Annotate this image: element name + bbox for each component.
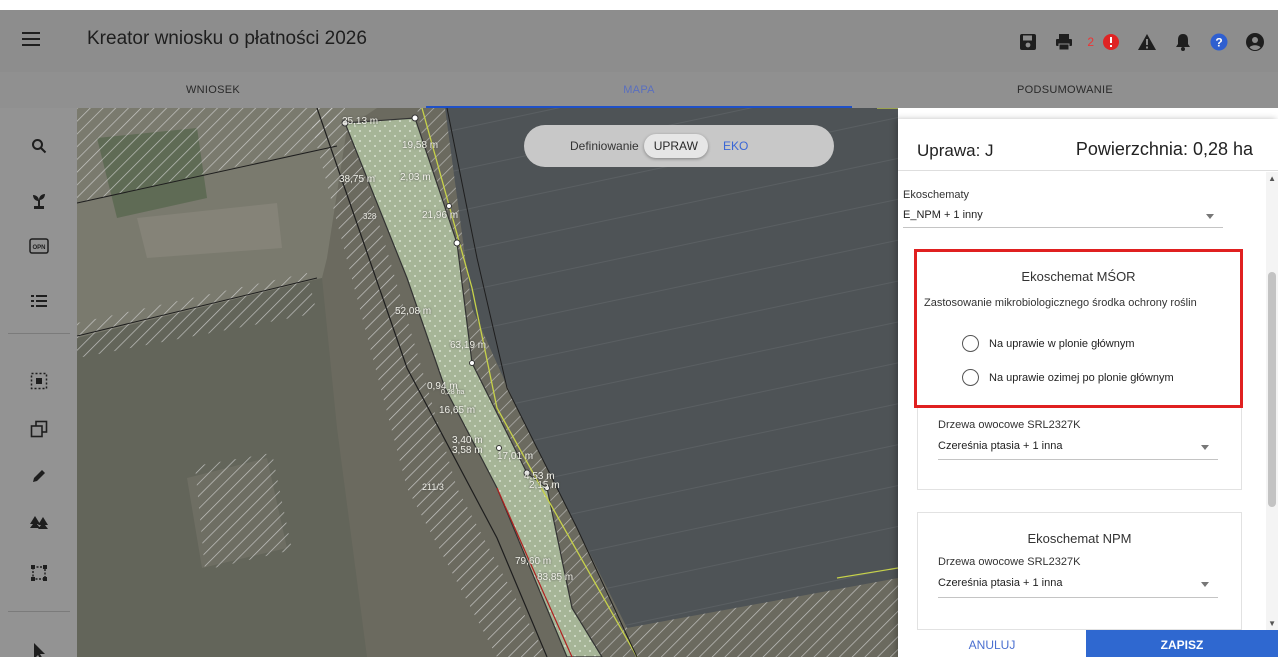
svg-text:OPN: OPN (32, 245, 45, 251)
map-view[interactable]: 25,13 m 19,58 m 38,75 m 2,03 m 21,96 m 5… (77, 108, 898, 657)
radio-button[interactable] (962, 335, 979, 352)
ekoschematy-label: Ekoschematy (903, 189, 970, 201)
seedling-icon[interactable] (26, 188, 52, 214)
bounding-box-icon[interactable] (26, 560, 52, 586)
msor-trees-underline (938, 459, 1218, 460)
definition-mode-toggle: Definiowanie UPRAW EKO (524, 125, 834, 167)
toolbar-divider (8, 333, 70, 334)
map-canvas[interactable] (77, 108, 898, 657)
tab-wniosek[interactable]: WNIOSEK (0, 72, 426, 108)
panel-body: Ekoschematy E_NPM + 1 inny Ekoschemat MŚ… (898, 172, 1266, 630)
copy-shape-icon[interactable] (26, 416, 52, 442)
search-icon[interactable] (26, 133, 52, 159)
notification-count: 2 (1087, 35, 1094, 49)
user-account-icon[interactable] (1242, 29, 1268, 55)
header-actions: 2 ? (1005, 29, 1268, 55)
map-toolbar: OPN (0, 108, 77, 657)
cancel-button[interactable]: ANULUJ (898, 630, 1086, 657)
panel-header: Uprawa: J Powierzchnia: 0,28 ha (898, 119, 1278, 171)
ekoschematy-underline (903, 227, 1223, 228)
radio-ozima-po-plonie[interactable]: Na uprawie ozimej po plonie głównym (962, 369, 1174, 386)
msor-trees-value[interactable]: Czereśnia ptasia + 1 inna (938, 440, 1062, 452)
chevron-down-icon[interactable] (1201, 582, 1209, 587)
radio-label: Na uprawie ozimej po plonie głównym (989, 371, 1174, 384)
warning-icon[interactable] (1134, 29, 1160, 55)
msor-question: Zastosowanie mikrobiologicznego środka o… (924, 297, 1197, 309)
eko-mode-button[interactable]: EKO (723, 139, 748, 153)
radio-plon-glowny[interactable]: Na uprawie w plonie głównym (962, 335, 1135, 352)
save-button[interactable]: ZAPISZ (1086, 630, 1278, 657)
msor-title: Ekoschemat MŚOR (1021, 269, 1136, 284)
crop-label: Uprawa: J (917, 141, 994, 160)
svg-text:?: ? (1215, 36, 1222, 50)
msor-trees-label: Drzewa owocowe SRL2327K (938, 419, 1081, 431)
bell-icon[interactable] (1170, 29, 1196, 55)
tab-mapa[interactable]: MAPA (426, 72, 852, 108)
menu-icon[interactable] (22, 32, 40, 46)
crop-panel: Uprawa: J Powierzchnia: 0,28 ha Ekoschem… (898, 119, 1278, 657)
scroll-up-icon[interactable]: ▲ (1268, 174, 1276, 183)
upraw-mode-button[interactable]: UPRAW (643, 134, 708, 158)
toolbar-divider (8, 611, 70, 612)
save-icon[interactable] (1015, 29, 1041, 55)
error-alert-icon[interactable] (1098, 29, 1124, 55)
ekoschematy-value[interactable]: E_NPM + 1 inny (903, 209, 983, 221)
page-title: Kreator wniosku o płatności 2026 (87, 28, 367, 49)
npm-trees-value[interactable]: Czereśnia ptasia + 1 inna (938, 577, 1062, 589)
scroll-thumb[interactable] (1268, 272, 1276, 507)
app-root: Kreator wniosku o płatności 2026 2 ? WNI… (0, 0, 1278, 657)
main-tabs: WNIOSEK MAPA PODSUMOWANIE (0, 72, 1278, 108)
tab-podsumowanie[interactable]: PODSUMOWANIE (852, 72, 1278, 108)
pointer-icon[interactable] (26, 638, 52, 657)
help-icon[interactable]: ? (1206, 29, 1232, 55)
select-area-icon[interactable] (26, 368, 52, 394)
list-icon[interactable] (26, 288, 52, 314)
pencil-icon[interactable] (26, 463, 52, 489)
scroll-down-icon[interactable]: ▼ (1268, 619, 1276, 628)
print-icon[interactable] (1051, 29, 1077, 55)
panel-footer: ANULUJ ZAPISZ (898, 630, 1278, 657)
npm-trees-underline (938, 597, 1218, 598)
radio-button[interactable] (962, 369, 979, 386)
area-label: Powierzchnia: 0,28 ha (1075, 139, 1253, 159)
chevron-down-icon[interactable] (1206, 214, 1214, 219)
opn-layer-icon[interactable]: OPN (26, 233, 52, 259)
app-header: Kreator wniosku o płatności 2026 2 ? (0, 10, 1278, 72)
npm-title: Ekoschemat NPM (1027, 531, 1132, 546)
npm-card: Ekoschemat NPM Drzewa owocowe SRL2327K C… (917, 512, 1242, 630)
trees-icon[interactable] (26, 510, 52, 536)
panel-scrollbar[interactable]: ▲ ▼ (1266, 172, 1278, 630)
chevron-down-icon[interactable] (1201, 445, 1209, 450)
npm-trees-label: Drzewa owocowe SRL2327K (938, 556, 1081, 568)
radio-label: Na uprawie w plonie głównym (989, 337, 1135, 350)
msor-highlight: Ekoschemat MŚOR Zastosowanie mikrobiolog… (914, 249, 1243, 408)
toggle-prefix: Definiowanie (570, 139, 639, 153)
